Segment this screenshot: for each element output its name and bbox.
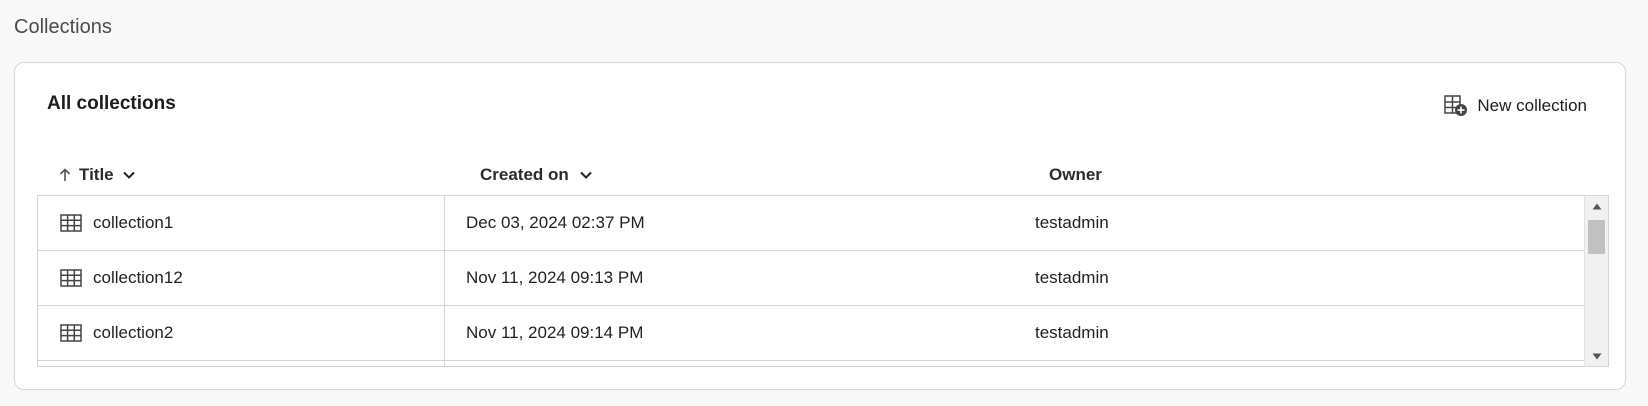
scrollbar-thumb[interactable] [1588, 220, 1605, 254]
add-collection-icon [1444, 95, 1468, 117]
collection-title[interactable]: collection2 [93, 323, 173, 343]
scroll-up-arrow-icon[interactable] [1585, 196, 1608, 216]
table-grid-icon [60, 324, 82, 342]
table-row[interactable]: collection12 Nov 11, 2024 09:13 PM testa… [38, 251, 1584, 306]
card-heading: All collections [47, 93, 176, 114]
column-header-owner-label: Owner [1049, 165, 1102, 184]
cell-created-on: Dec 03, 2024 02:37 PM [466, 213, 645, 232]
cell-title: collection2 [60, 306, 480, 360]
cell-created-on: Nov 11, 2024 09:13 PM [466, 268, 644, 287]
table-header: Title Created on Owner [37, 155, 1605, 195]
table-body: collection1 Dec 03, 2024 02:37 PM testad… [37, 195, 1609, 367]
new-collection-label: New collection [1477, 96, 1587, 115]
collection-title[interactable]: collection1 [93, 213, 173, 233]
table-row[interactable]: collection2 Nov 11, 2024 09:14 PM testad… [38, 306, 1584, 361]
column-header-title-label: Title [79, 165, 114, 184]
table-grid-icon [60, 214, 82, 232]
table-row[interactable]: collection1 Dec 03, 2024 02:37 PM testad… [38, 196, 1584, 251]
collections-card: All collections New collection Title Cre… [14, 62, 1626, 390]
page-title: Collections [14, 16, 112, 38]
new-collection-button[interactable]: New collection [1444, 95, 1587, 117]
table-grid-icon [60, 269, 82, 287]
column-header-created-on-label: Created on [480, 165, 569, 184]
vertical-scrollbar[interactable] [1584, 196, 1608, 366]
scroll-down-arrow-icon[interactable] [1585, 346, 1608, 366]
cell-owner: testadmin [1035, 268, 1109, 287]
chevron-down-icon[interactable] [579, 170, 593, 180]
column-header-created-on[interactable]: Created on [480, 155, 593, 195]
column-header-owner: Owner [1049, 155, 1102, 195]
collection-title[interactable]: collection12 [93, 268, 183, 288]
chevron-down-icon[interactable] [122, 170, 136, 180]
cell-owner: testadmin [1035, 213, 1109, 232]
cell-title: collection1 [60, 196, 480, 250]
arrow-up-icon [59, 168, 71, 182]
cell-created-on: Nov 11, 2024 09:14 PM [466, 323, 644, 342]
cell-owner: testadmin [1035, 323, 1109, 342]
cell-title: collection12 [60, 251, 480, 305]
column-header-title[interactable]: Title [59, 155, 136, 195]
